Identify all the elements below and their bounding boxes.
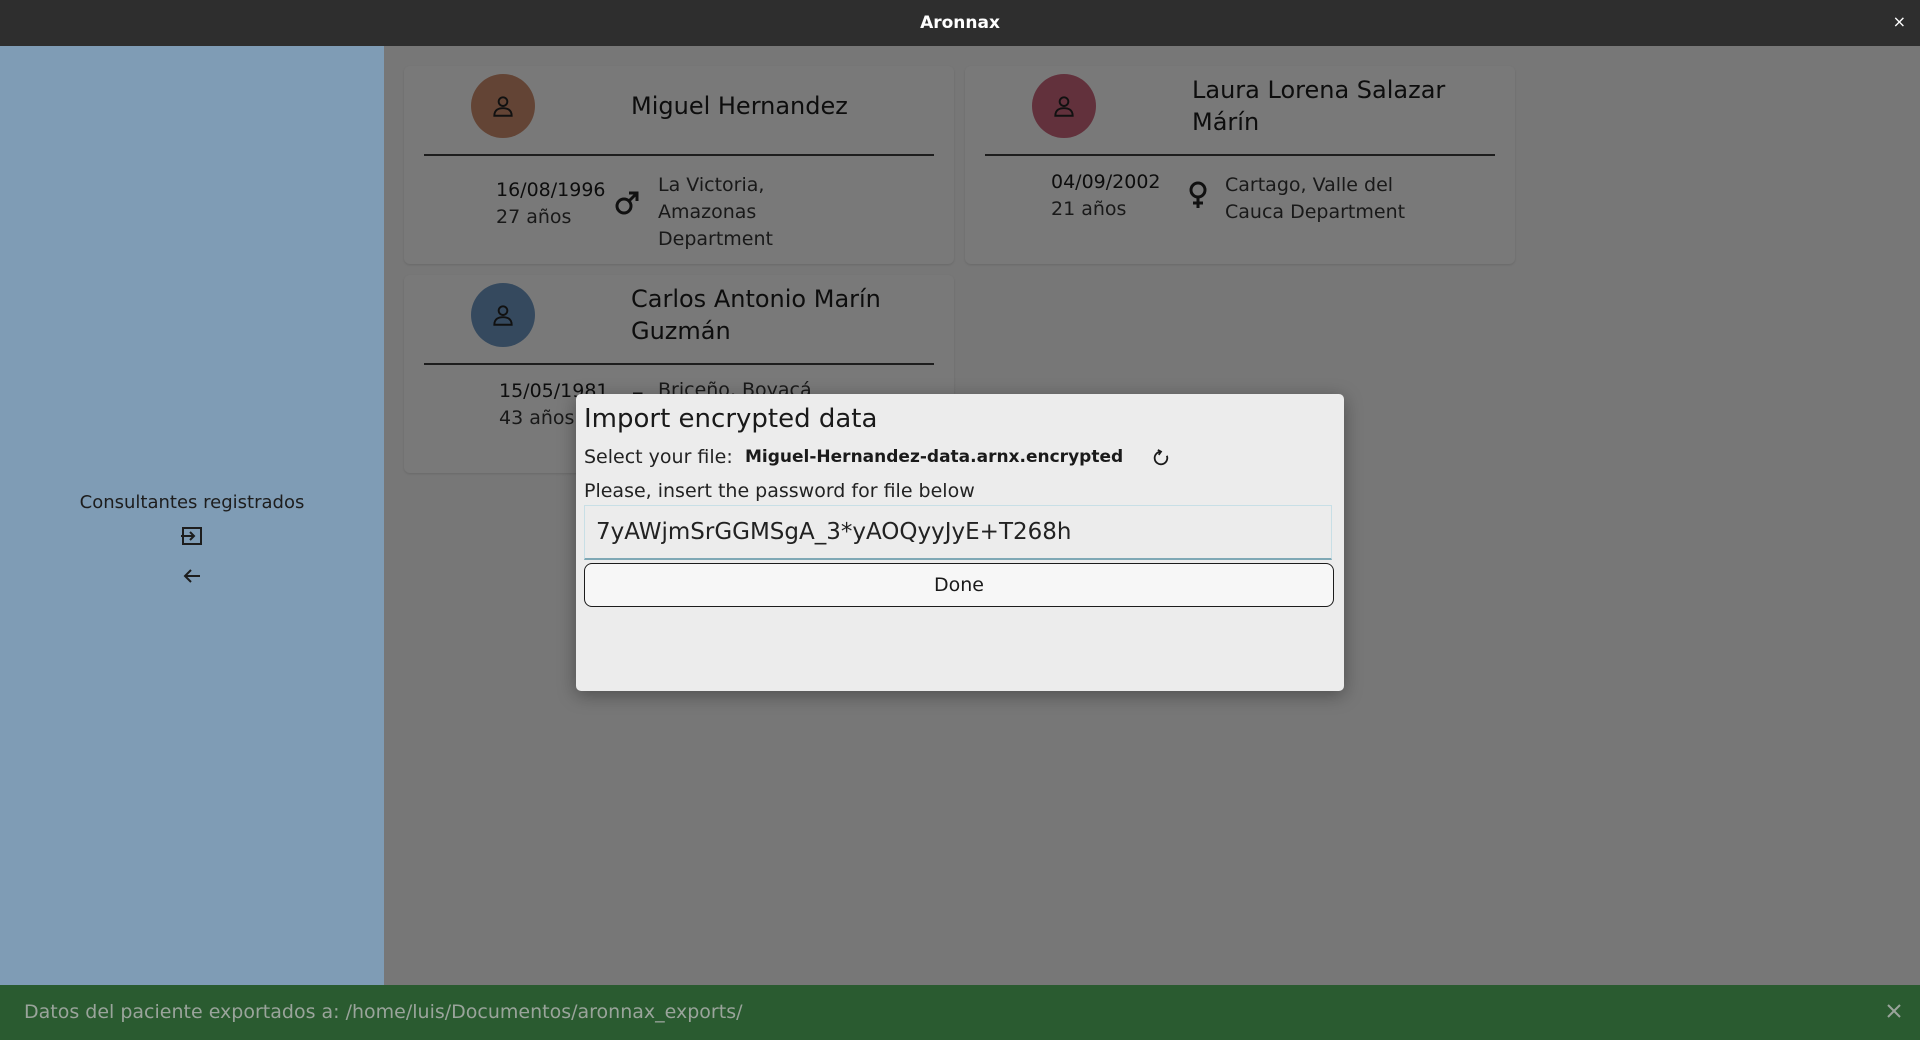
- password-label: Please, insert the password for file bel…: [584, 480, 975, 502]
- done-button[interactable]: Done: [584, 563, 1334, 607]
- import-icon[interactable]: [178, 522, 206, 550]
- title-bar: Aronnax ×: [0, 0, 1920, 47]
- sidebar-label: Consultantes registrados: [79, 492, 305, 513]
- snackbar-message: Datos del paciente exportados a: /home/l…: [24, 1001, 743, 1023]
- window-title: Aronnax: [920, 13, 1000, 33]
- back-arrow-icon[interactable]: [178, 562, 206, 590]
- snackbar-close-icon[interactable]: [1880, 997, 1908, 1025]
- file-label: Select your file:: [584, 446, 733, 468]
- dialog-title: Import encrypted data: [584, 404, 878, 434]
- import-dialog: Import encrypted data Select your file: …: [576, 394, 1344, 691]
- snackbar: Datos del paciente exportados a: /home/l…: [0, 985, 1920, 1040]
- sidebar: Consultantes registrados: [0, 46, 384, 985]
- refresh-icon[interactable]: [1148, 445, 1174, 471]
- file-name[interactable]: Miguel-Hernandez-data.arnx.encrypted: [745, 447, 1123, 467]
- window-close-button[interactable]: ×: [1893, 12, 1906, 31]
- password-input[interactable]: [584, 505, 1332, 560]
